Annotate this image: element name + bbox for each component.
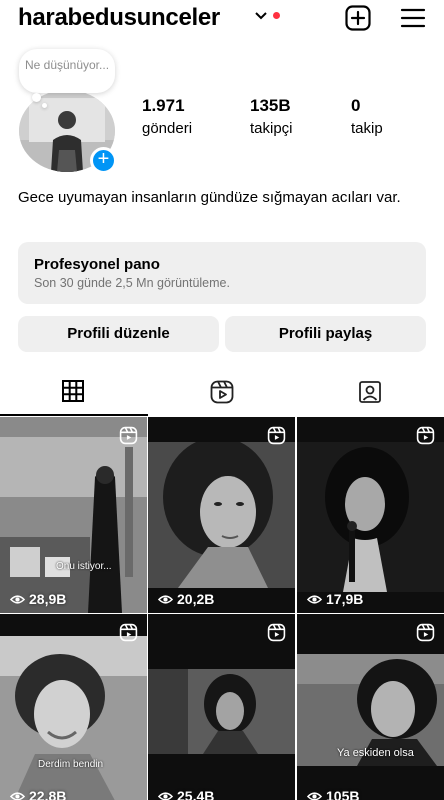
view-count-value: 17,9B [326,591,364,607]
add-story-button[interactable]: + [90,147,117,174]
note-bubble-tail [32,93,41,102]
post-tile[interactable]: 20,2B [148,417,295,613]
eye-icon [10,594,25,604]
tab-tagged[interactable] [296,368,444,416]
post-tile[interactable]: Derdim bendin 22,8B [0,614,147,800]
reel-icon [119,426,138,445]
notification-dot [273,12,280,19]
view-count: 17,9B [307,591,363,607]
share-profile-button[interactable]: Profili paylaş [225,316,426,352]
reels-icon [210,380,234,404]
dashboard-subtitle: Son 30 günde 2,5 Mn görüntüleme. [34,276,230,290]
posts-label: gönderi [142,120,193,137]
view-count-value: 25,4B [177,788,215,800]
eye-icon [158,594,173,604]
following-count: 0 [351,96,361,115]
view-count-value: 28,9B [29,591,67,607]
username-switcher[interactable]: harabedusunceler [18,4,220,32]
view-count-value: 22,8B [29,788,67,800]
reel-icon [267,623,286,642]
view-count: 20,2B [158,591,214,607]
reel-icon [119,623,138,642]
view-count: 28,9B [10,591,66,607]
stat-followers[interactable]: 135B takipçi [250,96,293,137]
hamburger-icon[interactable] [399,4,427,32]
followers-count: 135B [250,96,291,115]
view-count: 22,8B [10,788,66,800]
followers-label: takipçi [250,120,293,137]
following-label: takip [351,120,383,137]
post-caption: Onu istiyor... [56,561,112,572]
dashboard-title: Profesyonel pano [34,256,160,273]
professional-dashboard-card[interactable]: Profesyonel pano Son 30 günde 2,5 Mn gör… [18,242,426,304]
post-tile[interactable]: 17,9B [297,417,444,613]
post-caption: Ya eskiden olsa [337,747,414,759]
tagged-icon [359,381,381,403]
reel-icon [416,623,435,642]
profile-bio: Gece uyumayan insanların gündüze sığmaya… [18,189,401,206]
view-count: 25,4B [158,788,214,800]
reel-icon [267,426,286,445]
profile-header: harabedusunceler [0,0,444,38]
note-bubble[interactable]: Ne düşünüyor... [19,49,115,93]
post-tile[interactable]: Onu istiyor... 28,9B [0,417,147,613]
stat-following[interactable]: 0 takip [351,96,383,137]
eye-icon [158,791,173,800]
posts-count: 1.971 [142,96,185,115]
plus-square-icon[interactable] [344,4,372,32]
edit-profile-button[interactable]: Profili düzenle [18,316,219,352]
note-text: Ne düşünüyor... [24,58,110,72]
view-count: 105B [307,788,359,800]
tab-reels[interactable] [148,368,296,416]
active-tab-indicator [0,414,148,416]
reel-icon [416,426,435,445]
note-bubble-tail-small [42,103,47,108]
chevron-down-icon[interactable] [254,9,268,23]
view-count-value: 20,2B [177,591,215,607]
eye-icon [10,791,25,800]
post-tile[interactable]: Ya eskiden olsa 105B [297,614,444,800]
grid-icon [62,380,84,402]
view-count-value: 105B [326,788,360,800]
tab-posts-grid[interactable] [0,368,148,416]
post-tile[interactable]: 25,4B [148,614,295,800]
post-caption: Derdim bendin [38,759,104,770]
stat-posts[interactable]: 1.971 gönderi [142,96,192,137]
eye-icon [307,594,322,604]
eye-icon [307,791,322,800]
